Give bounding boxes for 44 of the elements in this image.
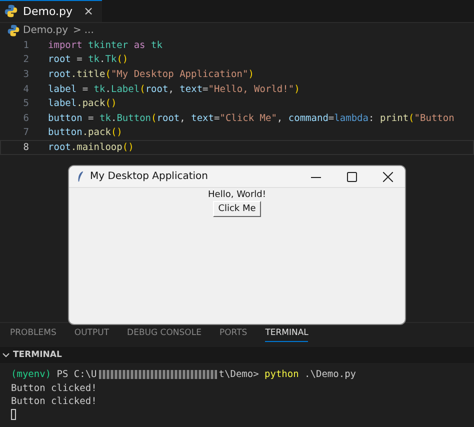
line-number: 5 xyxy=(22,98,29,110)
code-line: label.pack() xyxy=(48,98,117,110)
line-number: 3 xyxy=(22,68,29,80)
panel-tab[interactable]: OUTPUT xyxy=(74,324,110,342)
line-number: 8 xyxy=(22,142,29,153)
breadcrumb-separator: > xyxy=(72,25,82,36)
terminal-cursor xyxy=(11,408,16,420)
terminal-path-start: PS C:\U xyxy=(56,369,97,380)
panel-tab[interactable]: PROBLEMS xyxy=(10,324,56,342)
panel-tab[interactable]: PORTS xyxy=(219,324,248,342)
terminal-argument: .\Demo.py xyxy=(304,369,356,380)
code-line: root.mainloop() xyxy=(48,142,134,153)
feather-icon xyxy=(77,170,84,182)
window-title: My Desktop Application xyxy=(90,171,210,182)
code-line: label = tk.Label(root, text="Hello, World!") xyxy=(48,84,300,95)
python-file-icon xyxy=(4,4,18,18)
code-line: button.pack() xyxy=(48,127,122,138)
close-icon[interactable]: × xyxy=(83,4,94,18)
terminal-output: Button clicked! xyxy=(11,396,97,407)
terminal-path-end: t\Demo> xyxy=(218,369,259,380)
line-number: 4 xyxy=(22,84,29,95)
click-me-button[interactable]: Click Me xyxy=(213,201,261,217)
line-number: 7 xyxy=(22,127,29,138)
maximize-icon[interactable] xyxy=(347,172,357,182)
code-line: root = tk.Tk() xyxy=(48,54,128,66)
close-icon[interactable] xyxy=(383,172,393,182)
line-number: 2 xyxy=(22,54,29,66)
code-line: root.title("My Desktop Application") xyxy=(48,68,254,80)
terminal-command: python xyxy=(264,369,299,380)
line-number: 6 xyxy=(22,112,29,124)
chevron-icon[interactable] xyxy=(2,351,10,360)
breadcrumb-more[interactable]: ... xyxy=(84,25,94,36)
hello-label: Hello, World! xyxy=(208,190,266,200)
breadcrumb-file[interactable]: Demo.py xyxy=(23,25,68,36)
terminal-header: TERMINAL xyxy=(13,350,62,360)
terminal-env: (myenv) xyxy=(11,369,52,380)
python-file-icon xyxy=(7,24,20,37)
tab-label: Demo.py xyxy=(23,4,72,18)
editor-tab[interactable]: Demo.py × xyxy=(0,0,102,22)
terminal-output: Button clicked! xyxy=(11,382,97,394)
code-line: button = tk.Button(root, text="Click Me", command=lambda: print("Button xyxy=(48,112,454,124)
code-line: import tkinter as tk xyxy=(48,40,162,51)
line-number: 1 xyxy=(22,40,29,51)
panel-tab[interactable]: DEBUG CONSOLE xyxy=(127,324,202,342)
